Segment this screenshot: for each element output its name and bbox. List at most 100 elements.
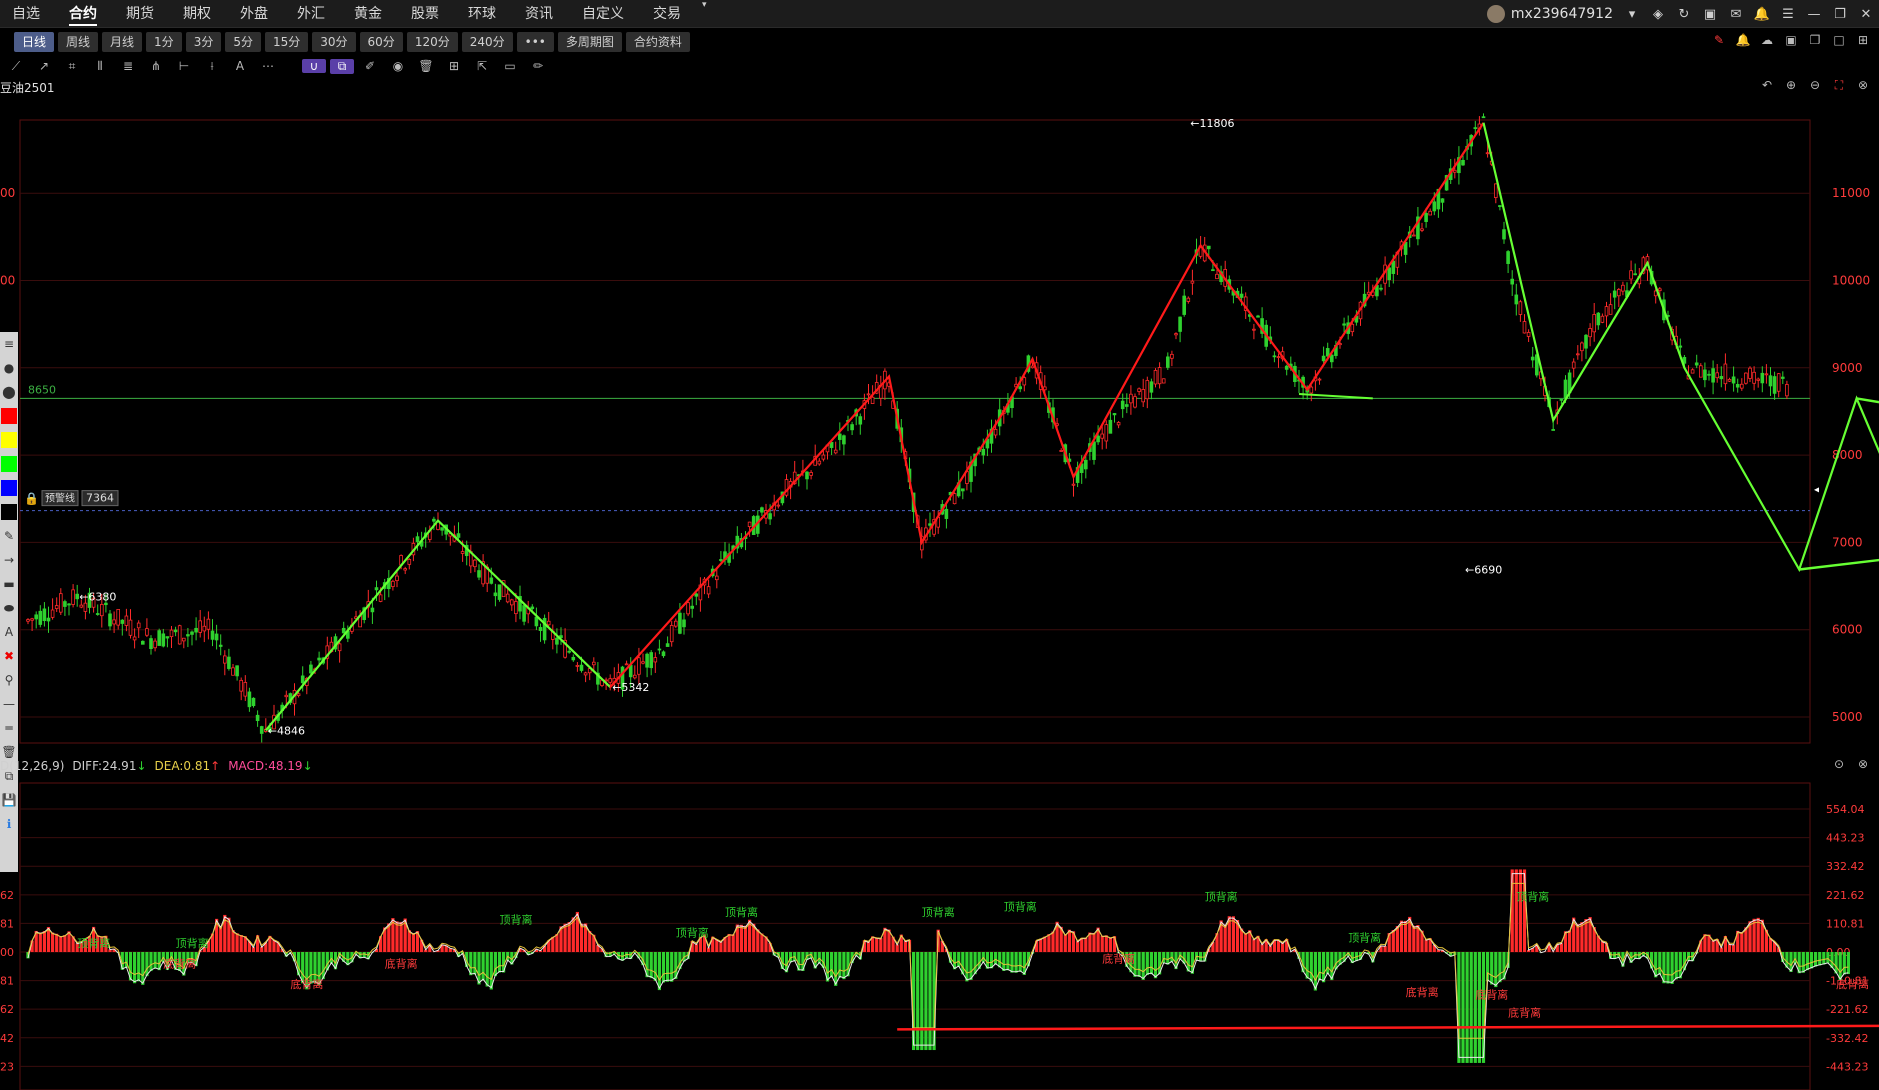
period-button-1[interactable]: 周线 [58,32,99,52]
menu-item-9[interactable]: 资讯 [513,0,570,28]
undo-icon[interactable]: ↶ [1755,78,1779,93]
menu-item-3[interactable]: 期权 [171,0,228,28]
menu-item-11[interactable]: 交易 [641,0,698,28]
measure-tool-icon[interactable]: ⊢ [170,59,198,73]
more-tools-icon[interactable]: ⋯ [254,59,282,73]
channel-tool-icon[interactable]: ⫴ [86,59,114,74]
zoom-out-icon[interactable]: ⊖ [1803,78,1827,93]
lock-draw-icon[interactable]: ⧉ [330,58,354,74]
macd-bar-354 [1477,952,1481,1063]
candle-body-245 [1030,365,1035,369]
refresh-icon[interactable]: ↻ [1671,7,1697,22]
minimize-icon[interactable]: — [1801,7,1827,22]
gann-tool-icon[interactable]: ⟊ [198,59,226,74]
magnet-icon[interactable]: ∪ [302,59,326,73]
macd-bar-7 [55,933,59,952]
ray-tool-icon[interactable]: ↗ [30,59,58,73]
period-button-8[interactable]: 60分 [359,32,403,52]
candle-body-385 [1604,306,1609,317]
candle-body-266 [1116,422,1121,426]
macd-bar-90 [395,921,399,952]
camera-icon[interactable]: ▣ [1779,33,1803,47]
candle-body-46 [214,633,219,641]
window-icon[interactable]: □ [1827,33,1851,47]
period-button-12[interactable]: 多周期图 [557,32,622,52]
close-chart-icon[interactable]: ⊗ [1851,78,1875,93]
macd-close-icon[interactable]: ⊗ [1851,757,1875,771]
grid-icon[interactable]: ⊞ [1851,33,1875,47]
brush-icon[interactable]: ✏ [524,59,552,73]
trash-icon[interactable]: 🗑 [412,59,440,73]
eye-icon[interactable]: ◉ [384,59,412,73]
avatar[interactable] [1486,5,1505,23]
candle-body-283 [1186,297,1191,302]
candle-body-10 [67,603,71,606]
comment-icon[interactable]: ▭ [496,59,524,73]
restore-icon[interactable]: ❐ [1827,7,1853,22]
macd-bar-179 [760,933,764,952]
period-button-13[interactable]: 合约资料 [625,32,690,52]
period-button-10[interactable]: 240分 [461,32,513,52]
calendar-icon[interactable]: ▣ [1697,7,1723,22]
macd-bar-357 [1490,952,1494,985]
menu-item-8[interactable]: 环球 [456,0,513,28]
macd-bar-437 [1818,952,1822,966]
crop-tool-icon[interactable]: ⌗ [58,59,86,74]
zoom-in-icon[interactable]: ⊕ [1779,78,1803,93]
period-button-3[interactable]: 1分 [146,32,182,52]
period-button-6[interactable]: 15分 [264,32,309,52]
text-tool-icon[interactable]: A [226,59,254,73]
candle-body-386 [1608,304,1613,315]
list-icon[interactable]: ☰ [1775,7,1801,22]
candle-body-105 [456,533,461,538]
menu-caret-icon[interactable]: ▾ [702,0,707,28]
menu-item-4[interactable]: 外盘 [228,0,285,28]
candle-body-332 [1387,267,1392,281]
mail-icon[interactable]: ✉ [1723,7,1749,22]
fullscreen-icon[interactable]: ⛶ [1827,78,1851,93]
line-tool-icon[interactable]: ⟋ [2,59,30,74]
period-button-2[interactable]: 月线 [102,32,143,52]
candle-body-136 [583,672,588,676]
export-icon[interactable]: ⇱ [468,59,496,73]
macd-bar-317 [1326,952,1330,975]
support-mini-line [1298,393,1373,400]
candle-body-12 [75,593,80,600]
copy-icon[interactable]: ❐ [1803,33,1827,47]
alert-icon[interactable]: 🔔 [1731,33,1755,47]
candle-body-353 [1473,127,1478,130]
menu-item-1[interactable]: 合约 [57,0,114,28]
menu-item-7[interactable]: 股票 [399,0,456,28]
bottom-divergence-label-7: 底背离 [1836,977,1869,991]
pitchfork-tool-icon[interactable]: ⋔ [142,59,170,73]
macd-bar-384 [1600,941,1604,952]
fib-tool-icon[interactable]: ≣ [114,59,142,73]
menu-item-6[interactable]: 黄金 [342,0,399,28]
menu-item-0[interactable]: 自选 [0,0,57,28]
period-button-5[interactable]: 5分 [225,32,261,52]
price-chart[interactable]: 50006000700080009000100001100000008650预警… [0,100,1879,745]
pen-icon[interactable]: ✎ [1707,33,1731,47]
macd-chart[interactable]: 554.04443.23332.42221.62110.810.00-110.8… [0,775,1879,1090]
candle-body-57 [259,726,264,734]
menu-item-5[interactable]: 外汇 [285,0,342,28]
close-icon[interactable]: ✕ [1853,7,1879,22]
username[interactable]: mx239647912 [1511,6,1613,22]
macd-settings-icon[interactable]: ⊙ [1827,757,1851,771]
layout-icon[interactable]: ⊞ [440,59,468,73]
macd-axis-label-0: 554.04 [1826,803,1865,816]
period-button-7[interactable]: 30分 [312,32,356,52]
user-menu-caret-icon[interactable]: ▾ [1619,7,1645,22]
candle-body-121 [522,605,526,622]
candle-body-4 [42,608,47,621]
period-button-0[interactable]: 日线 [14,32,55,52]
layers-icon[interactable]: ◈ [1645,7,1671,22]
menu-item-2[interactable]: 期货 [114,0,171,28]
period-button-9[interactable]: 120分 [406,32,458,52]
menu-item-10[interactable]: 自定义 [570,0,641,28]
bell-icon[interactable]: 🔔 [1749,7,1775,22]
period-button-4[interactable]: 3分 [185,32,222,52]
eraser-icon[interactable]: ✐ [356,59,384,73]
cloud-icon[interactable]: ☁ [1755,33,1779,47]
period-button-11[interactable]: ••• [516,32,554,52]
